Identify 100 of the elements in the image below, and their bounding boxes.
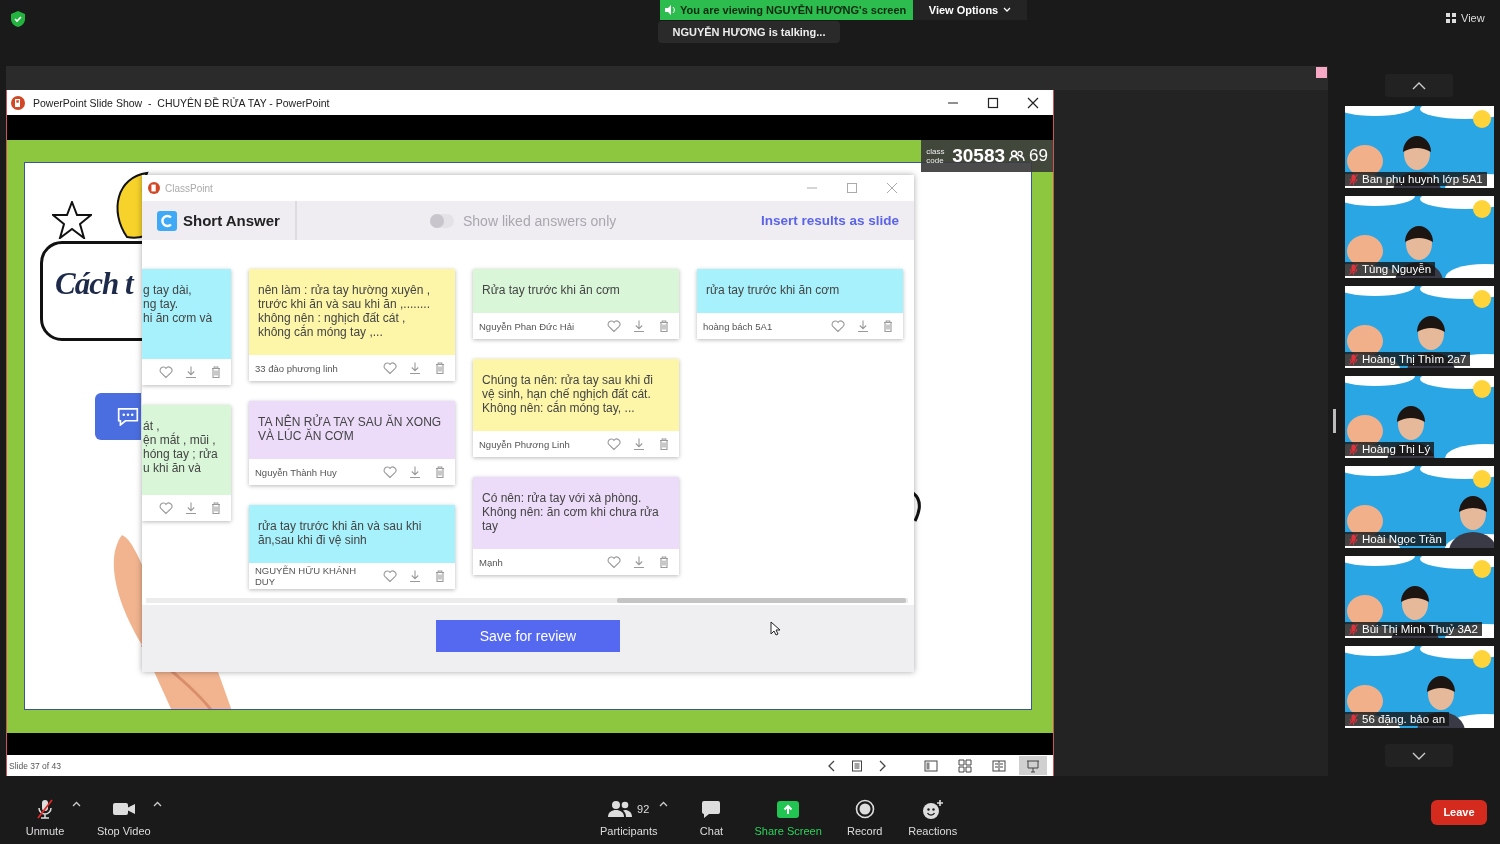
maximize-icon[interactable] [987, 96, 999, 109]
heart-icon[interactable] [607, 319, 621, 333]
marker-icon [1316, 67, 1327, 78]
trash-icon[interactable] [657, 437, 671, 451]
powerpoint-icon [11, 95, 25, 110]
trash-icon[interactable] [209, 365, 223, 379]
class-code-label: class code [926, 147, 946, 165]
banner-text: You are viewing NGUYỄN HƯƠNG's screen [680, 4, 907, 16]
reactions-button[interactable]: Reactions [907, 797, 958, 837]
name-label: Hoài Ngọc Trần [1345, 532, 1446, 546]
download-icon[interactable] [408, 465, 422, 479]
caret-up-icon[interactable] [152, 801, 162, 807]
slideshow-icon [1026, 758, 1040, 773]
author-name: Mạnh [479, 556, 504, 568]
download-icon[interactable] [184, 365, 198, 379]
chat-button[interactable]: Chat [686, 797, 737, 837]
trash-icon[interactable] [433, 361, 447, 375]
normal-view-icon [924, 758, 938, 773]
video-button[interactable]: Stop Video [97, 797, 151, 837]
author-name: NGUYỄN HỮU KHÁNH DUY [255, 565, 357, 587]
author-name: 33 đào phương linh [255, 362, 339, 374]
participants-button[interactable]: 92 Participants [600, 797, 658, 837]
caret-up-icon[interactable] [72, 801, 81, 807]
download-icon[interactable] [632, 437, 646, 451]
insert-results-link[interactable]: Insert results as slide [760, 213, 899, 228]
video-tile[interactable]: Tùng Nguyễn [1345, 196, 1494, 278]
answer-text: rửa tay trước khi ăn cơm [697, 269, 903, 313]
download-icon[interactable] [856, 319, 870, 333]
slides-list-icon[interactable] [851, 759, 863, 772]
trash-icon[interactable] [433, 569, 447, 583]
view-button[interactable]: View [1446, 12, 1485, 24]
trash-icon[interactable] [433, 465, 447, 479]
talking-notice: NGUYỄN HƯƠNG is talking... [658, 21, 840, 43]
video-tile[interactable]: Hoài Ngọc Trần [1345, 466, 1494, 548]
grid-icon [1446, 13, 1456, 23]
download-icon[interactable] [408, 361, 422, 375]
trash-icon[interactable] [881, 319, 895, 333]
answer-text: Rửa tay trước khi ăn cơm [473, 269, 679, 313]
previous-icon[interactable] [827, 759, 837, 772]
trash-icon[interactable] [657, 319, 671, 333]
leave-button[interactable]: Leave [1431, 799, 1487, 825]
name-label: Hoàng Thị Thìm 2a7 [1345, 352, 1471, 366]
download-icon[interactable] [408, 569, 422, 583]
scroll-up-button[interactable] [1385, 74, 1453, 97]
video-tile[interactable]: Ban phụ huynh lớp 5A1 [1345, 106, 1494, 188]
powerpoint-icon [148, 182, 160, 194]
name-label: Tùng Nguyễn [1345, 262, 1436, 276]
scroll-down-button[interactable] [1385, 744, 1453, 767]
record-button[interactable]: Record [839, 797, 890, 837]
shield-icon [11, 11, 25, 27]
heart-icon[interactable] [607, 555, 621, 569]
name-label: 56 đặng. bảo an [1345, 712, 1450, 726]
trash-icon[interactable] [209, 501, 223, 515]
slide-title: Cách t [55, 266, 133, 301]
author-name: hoàng bách 5A1 [703, 320, 774, 332]
people-icon [608, 800, 633, 818]
answer-text: rửa tay trước khi ăn và sau khi ăn,sau khi đi vệ sinh [249, 505, 455, 563]
download-icon[interactable] [184, 501, 198, 515]
name-label: Ban phụ huynh lớp 5A1 [1345, 172, 1487, 186]
share-button[interactable]: Share Screen [754, 797, 822, 837]
chat-bubble-icon [117, 407, 139, 426]
heart-icon[interactable] [383, 361, 397, 375]
heart-icon[interactable] [159, 501, 173, 515]
video-tile[interactable]: Bùi Thị Minh Thuỷ 3A2 [1345, 556, 1494, 638]
cursor-icon [770, 621, 780, 636]
chat-icon [701, 799, 722, 819]
chevron-down-icon [1412, 751, 1426, 760]
slide-sorter-icon [958, 758, 972, 773]
heart-icon[interactable] [159, 365, 173, 379]
slide-counter: Slide 37 of 43 [8, 760, 61, 771]
slideshow-button[interactable] [1019, 756, 1047, 775]
audio-button[interactable]: Unmute [20, 797, 70, 837]
star-icon [52, 201, 92, 239]
download-icon[interactable] [632, 319, 646, 333]
author-name: Nguyễn Thành Huy [255, 466, 338, 478]
answer-text: TA NÊN RỬA TAY SAU ĂN XONG VÀ LÚC ĂN CƠM [249, 401, 455, 459]
view-options-button[interactable]: View Options [913, 0, 1027, 20]
classpoint-logo-icon [157, 210, 177, 231]
comment-button[interactable] [95, 393, 141, 440]
answer-text: Chúng ta nên: rửa tay sau khi đi vệ sinh, hạn chế nghịch đất cát. Không nên: cắn móng tay, ... [473, 359, 679, 431]
reading-view-icon [992, 758, 1006, 773]
heart-icon[interactable] [383, 569, 397, 583]
heart-icon[interactable] [383, 465, 397, 479]
heart-icon[interactable] [607, 437, 621, 451]
download-icon[interactable] [632, 555, 646, 569]
author-name: Nguyễn Phan Đức Hải [479, 320, 576, 332]
name-label: Bùi Thị Minh Thuỷ 3A2 [1345, 622, 1482, 636]
save-for-review-button[interactable]: Save for review [436, 619, 620, 652]
answer-text: g tay dài, ng tay. hi ăn cơm và [142, 269, 231, 359]
panel-resize-handle[interactable] [1332, 409, 1336, 433]
activity-title: Short Answer [183, 212, 280, 229]
close-icon[interactable] [1027, 96, 1039, 109]
caret-up-icon[interactable] [659, 801, 669, 807]
video-tile[interactable]: Hoàng Thị Lý [1345, 376, 1494, 458]
heart-icon[interactable] [831, 319, 845, 333]
trash-icon[interactable] [657, 555, 671, 569]
video-tile[interactable]: Hoàng Thị Thìm 2a7 [1345, 286, 1494, 368]
toggle-switch[interactable] [429, 213, 454, 228]
video-tile[interactable]: 56 đặng. bảo an [1345, 646, 1494, 728]
next-icon[interactable] [877, 759, 887, 772]
